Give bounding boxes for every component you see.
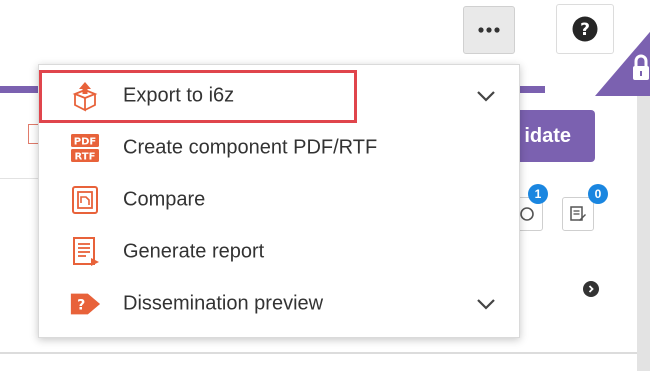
- rtf-icon-text: RTF: [75, 152, 96, 163]
- expand-button[interactable]: [583, 281, 599, 297]
- question-circle-icon: ?: [572, 16, 598, 42]
- report-icon: [69, 236, 101, 268]
- divider: [0, 178, 40, 179]
- highlight-box: [39, 70, 357, 123]
- divider: [0, 352, 637, 354]
- svg-text:?: ?: [580, 20, 590, 40]
- chevron-down-icon[interactable]: [475, 296, 497, 312]
- preview-icon-text: ?: [77, 298, 85, 314]
- compare-icon: [69, 184, 101, 216]
- menu-item-dissemination-preview[interactable]: ? Dissemination preview: [39, 278, 519, 330]
- menu-item-label: Generate report: [123, 240, 265, 263]
- preview-arrow-icon: ?: [69, 288, 101, 320]
- pdf-icon-text: PDF: [74, 137, 96, 148]
- chevron-down-icon[interactable]: [475, 88, 497, 104]
- menu-item-compare[interactable]: Compare: [39, 174, 519, 226]
- menu-item-create-pdf-rtf[interactable]: PDF RTF Create component PDF/RTF: [39, 122, 519, 174]
- pdf-rtf-icon: PDF RTF: [69, 132, 101, 164]
- history-icon: [520, 207, 534, 221]
- ellipsis-icon: [478, 27, 500, 33]
- scrollbar-track[interactable]: [637, 92, 650, 371]
- badge-count: 0: [594, 187, 602, 201]
- chevron-right-icon: [588, 285, 594, 293]
- validate-label: idate: [524, 124, 571, 147]
- menu-item-generate-report[interactable]: Generate report: [39, 226, 519, 278]
- menu-item-label: Compare: [123, 188, 206, 211]
- more-actions-menu: Export to i6z PDF RTF Create component P…: [38, 64, 520, 338]
- badge-count: 1: [534, 187, 542, 201]
- count-badge: 1: [528, 184, 548, 204]
- notes-button[interactable]: [562, 197, 594, 231]
- count-badge: 0: [588, 184, 608, 204]
- edit-note-icon: [570, 206, 586, 221]
- menu-item-label: Dissemination preview: [123, 292, 324, 315]
- menu-item-label: Create component PDF/RTF: [123, 136, 378, 159]
- help-button[interactable]: ?: [556, 4, 614, 54]
- more-actions-button[interactable]: [463, 6, 515, 54]
